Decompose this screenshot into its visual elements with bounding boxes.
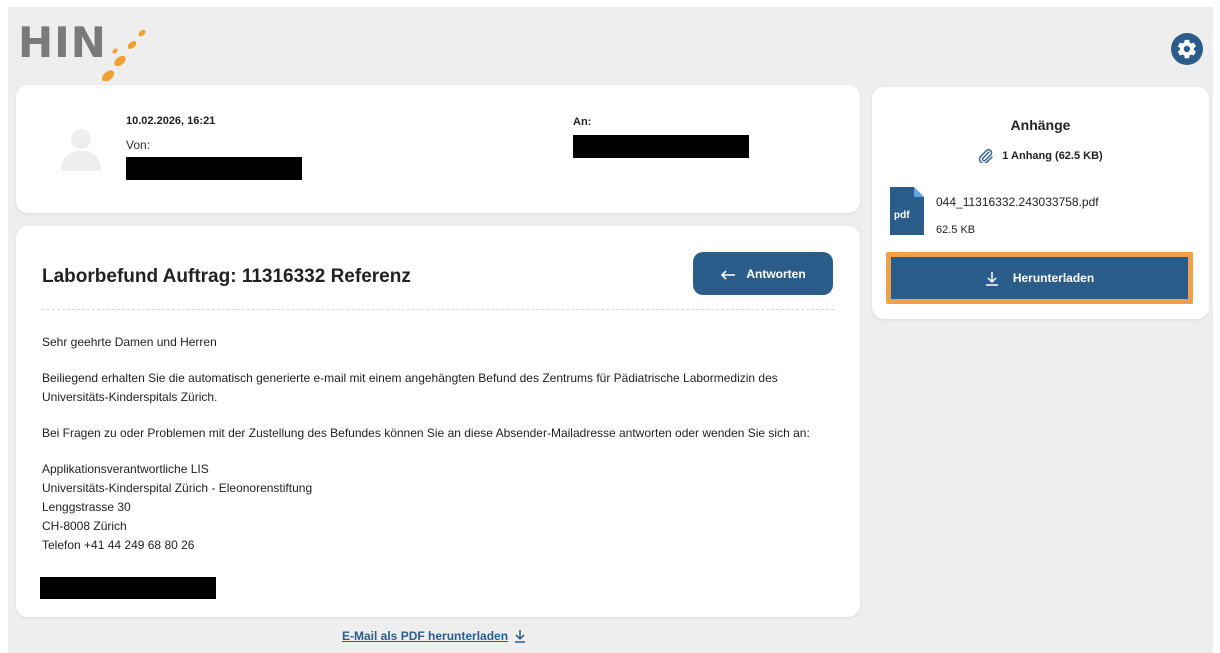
contact-address: Applikationsverantwortliche LIS Universi… [42,460,832,555]
download-email-pdf-link[interactable]: E-Mail als PDF herunterladen [342,629,526,643]
download-icon [985,271,998,286]
attachments-count-label: 1 Anhang (62.5 KB) [1002,150,1103,162]
attachments-title: Anhänge [1010,117,1071,133]
message-text: Sehr geehrte Damen und Herren Beiliegend… [42,333,832,555]
address-line: Universitäts-Kinderspital Zürich - Eleon… [42,481,313,495]
reply-button-label: Antworten [746,266,806,281]
logo-text: HIN [18,18,107,67]
redacted-recipient [573,135,749,158]
avatar-icon [61,129,101,171]
download-icon [515,630,526,643]
reply-arrow-icon [721,269,736,280]
hin-logo: HIN [18,18,158,81]
paragraph-2: Bei Fragen zu oder Problemen mit der Zus… [42,426,810,440]
to-label: An: [573,116,592,128]
attachment-file-size: 62.5 KB [936,224,976,236]
message-header-card: 10.02.2026, 16:21 Von: An: [16,85,860,213]
file-type-label: pdf [894,210,910,221]
address-line: Applikationsverantwortliche LIS [42,462,209,476]
attachments-card: Anhänge 1 Anhang (62.5 KB) pdf 044_11316… [872,87,1209,319]
address-line: CH-8008 Zürich [42,519,127,533]
logo-dots-icon [101,29,146,81]
subject-divider [42,309,834,310]
redacted-sender [126,157,302,180]
redacted-signature [40,577,216,599]
address-line: Lenggstrasse 30 [42,500,131,514]
paragraph-1: Beiliegend erhalten Sie die automatisch … [42,371,778,404]
settings-button[interactable] [1171,33,1203,65]
paperclip-icon [979,149,993,163]
gear-icon [1177,39,1196,59]
app-window: HIN 10.02.2026, 16:21 Von: An: Laborbefu… [8,7,1213,653]
attachment-file-name[interactable]: 044_11316332.243033758.pdf [936,195,1099,209]
message-date: 10.02.2026, 16:21 [126,115,216,127]
download-button-label: Herunterladen [1012,271,1095,285]
message-subject: Laborbefund Auftrag: 11316332 Referenz [42,266,411,287]
reply-button[interactable]: Antworten [693,252,833,295]
from-label: Von: [126,138,151,152]
attachments-count: 1 Anhang (62.5 KB) [872,149,1209,163]
message-body-card: Laborbefund Auftrag: 11316332 Referenz A… [16,226,860,617]
greeting: Sehr geehrte Damen und Herren [42,335,217,349]
pdf-file-icon: pdf [890,187,924,235]
address-line: Telefon +41 44 249 68 80 26 [42,538,195,552]
pdf-link-label: E-Mail als PDF herunterladen [342,629,509,643]
download-attachment-button[interactable]: Herunterladen [891,257,1188,299]
